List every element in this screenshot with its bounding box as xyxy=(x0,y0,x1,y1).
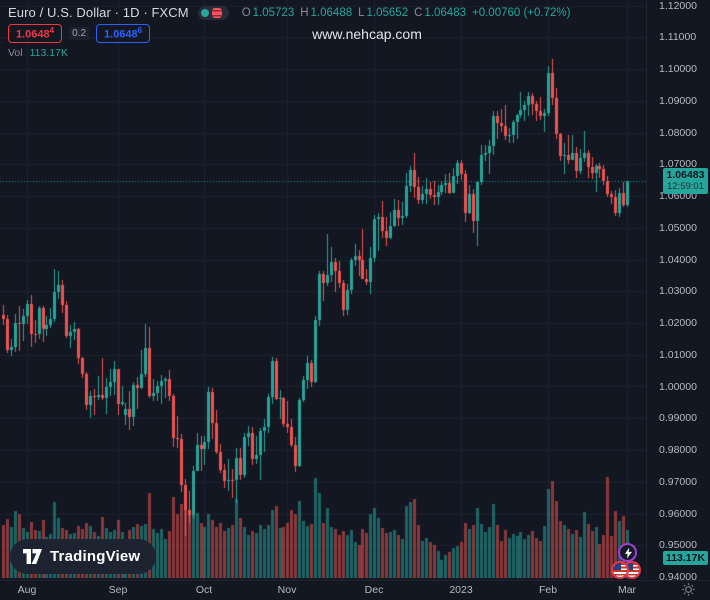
price-axis-label: 0.99000 xyxy=(659,412,697,424)
price-axis-label: 1.11000 xyxy=(659,31,696,43)
volume-legend: Vol 113.17K xyxy=(8,47,68,59)
price-axis-label: 1.08000 xyxy=(659,127,697,139)
price-axis-label: 1.01000 xyxy=(659,349,697,361)
ohlc-readout: O1.05723 H1.06488 L1.05652 C1.06483 +0.0… xyxy=(242,7,571,19)
sell-bid-button[interactable]: 1.06484 xyxy=(8,24,62,43)
price-axis-label: 1.09000 xyxy=(659,95,697,107)
watermark-text: www.nehcap.com xyxy=(312,26,422,42)
close-label: C xyxy=(414,7,422,19)
volume-axis-badge: 113.17K xyxy=(663,551,708,565)
tradingview-brand-text: TradingView xyxy=(50,548,140,565)
low-value: 1.05652 xyxy=(367,7,409,19)
market-open-dot-icon xyxy=(201,9,209,17)
time-axis-label: Nov xyxy=(278,584,297,596)
low-label: L xyxy=(358,7,364,19)
spread-value: 0.2 xyxy=(69,27,89,40)
flash-event-icon[interactable] xyxy=(618,543,637,562)
price-axis-label: 0.96000 xyxy=(659,508,697,520)
time-axis[interactable]: Aug Sep Oct Nov Dec 2023 Feb Mar xyxy=(0,581,710,600)
time-axis-label: Aug xyxy=(18,584,37,596)
price-axis-label: 1.00000 xyxy=(659,381,697,393)
candlestick-volume-canvas[interactable] xyxy=(0,0,646,580)
lightning-bolt-icon xyxy=(625,548,632,559)
open-label: O xyxy=(242,7,251,19)
tradingview-logo[interactable]: TradingView xyxy=(10,539,156,574)
volume-label: Vol xyxy=(8,47,23,59)
time-axis-label: Sep xyxy=(109,584,128,596)
time-axis-label: 2023 xyxy=(449,584,472,596)
bid-ask-panel: 1.06484 0.2 1.06486 xyxy=(8,24,150,43)
price-axis-label: 0.98000 xyxy=(659,444,697,456)
change-value: +0.00760 (+0.72%) xyxy=(472,7,570,19)
symbol-title[interactable]: Euro / U.S. Dollar · 1D · FXCM xyxy=(8,5,189,20)
price-axis-label: 1.02000 xyxy=(659,317,697,329)
last-price-value: 1.06483 xyxy=(663,169,708,181)
price-axis-label: 0.95000 xyxy=(659,539,697,551)
chart-legend: Euro / U.S. Dollar · 1D · FXCM O1.05723 … xyxy=(8,5,570,20)
price-axis-label: 1.12000 xyxy=(659,0,697,12)
bar-countdown: 12:59:01 xyxy=(663,181,708,192)
buy-ask-button[interactable]: 1.06486 xyxy=(96,24,150,43)
price-axis[interactable]: 1.06483 12:59:01 113.17K 1.12000 1.11000 1… xyxy=(647,0,710,580)
price-axis-label: 1.10000 xyxy=(659,63,697,75)
chart-plot-area[interactable] xyxy=(0,0,646,580)
high-value: 1.06488 xyxy=(311,7,353,19)
sell-only-marker-icon xyxy=(212,8,222,18)
price-axis-label: 1.03000 xyxy=(659,285,697,297)
time-axis-label: Oct xyxy=(196,584,212,596)
tradingview-chart-window: Euro / U.S. Dollar · 1D · FXCM O1.05723 … xyxy=(0,0,710,600)
open-value: 1.05723 xyxy=(253,7,295,19)
high-label: H xyxy=(300,7,308,19)
last-price-badge: 1.06483 12:59:01 xyxy=(663,168,708,194)
price-axis-label: 0.97000 xyxy=(659,476,697,488)
time-axis-label: Feb xyxy=(539,584,557,596)
close-value: 1.06483 xyxy=(424,7,466,19)
time-axis-label: Mar xyxy=(618,584,636,596)
us-flag-icon xyxy=(611,561,629,579)
market-status-toggle[interactable] xyxy=(198,6,229,20)
volume-value: 113.17K xyxy=(30,47,68,59)
time-axis-label: Dec xyxy=(365,584,384,596)
price-axis-label: 1.04000 xyxy=(659,254,697,266)
price-axis-label: 1.05000 xyxy=(659,222,697,234)
settings-gear-icon[interactable] xyxy=(681,582,696,597)
tradingview-mark-icon xyxy=(23,548,42,565)
economic-events-icons[interactable] xyxy=(611,561,647,583)
